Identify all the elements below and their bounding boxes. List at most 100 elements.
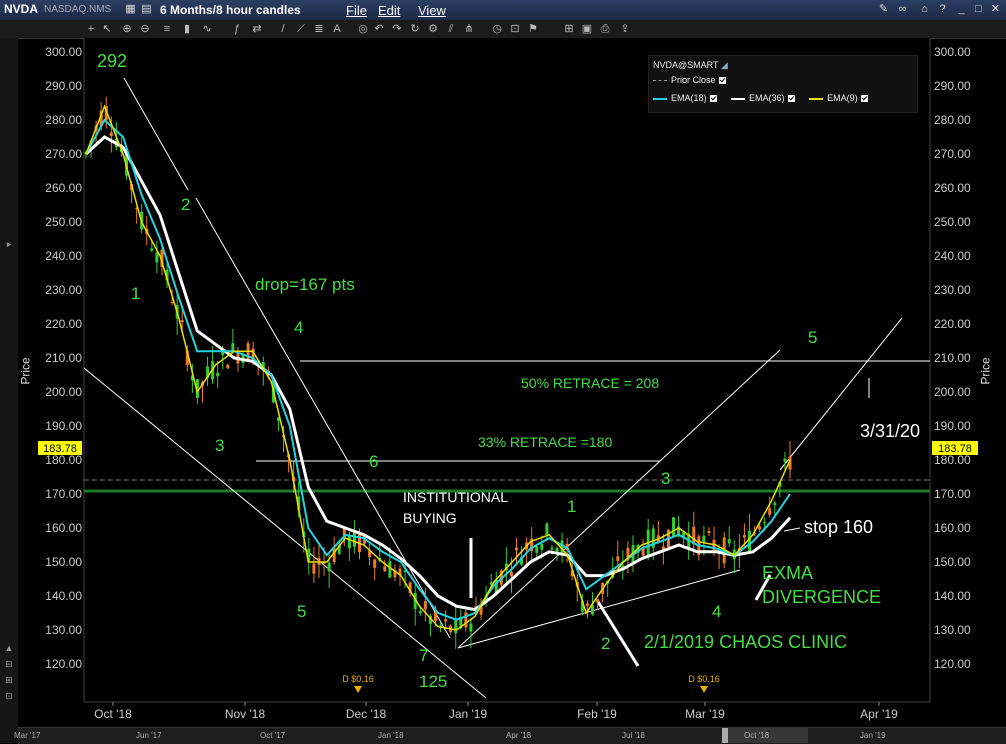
ruler-icon[interactable]: ⊡ xyxy=(508,22,522,36)
candle-body xyxy=(444,619,448,622)
link-icon[interactable]: ∞ xyxy=(896,3,909,16)
layout-icon[interactable]: ⊞ xyxy=(562,22,576,36)
candle-body xyxy=(540,544,544,550)
wrench-icon[interactable]: ✎ xyxy=(877,3,890,16)
fib-icon[interactable]: ≣ xyxy=(312,22,326,36)
symbol-label[interactable]: NVDA xyxy=(4,2,38,16)
candle-body xyxy=(596,599,600,603)
export-icon[interactable]: ⇪ xyxy=(618,22,632,36)
crosshair-icon[interactable]: + xyxy=(84,22,98,36)
chart-toolbar: + ↖ ⊕ ⊖ ≡ ▮ ∿ ƒ ⇄ / ⟋ ≣ A ◎ ↶ ↷ ↻ ⚙ ⫽ ⋔ … xyxy=(0,20,1006,39)
y-tick-label: 290.00 xyxy=(934,79,971,93)
pitchfork-icon[interactable]: ⋔ xyxy=(462,22,476,36)
print-icon[interactable]: ⎙ xyxy=(598,22,612,36)
annotation-recovery-3: 3 xyxy=(661,469,671,488)
settings-icon[interactable]: ⚙ xyxy=(426,22,440,36)
y-tick-label: 190.00 xyxy=(45,419,82,433)
overview-window[interactable] xyxy=(728,728,808,743)
help-icon[interactable]: ? xyxy=(936,3,949,16)
ema9-swatch xyxy=(809,97,824,100)
line-chart-icon[interactable]: ∿ xyxy=(200,22,214,36)
compare-icon[interactable]: ⇄ xyxy=(250,22,264,36)
period-selector[interactable]: 6 Months/8 hour candles xyxy=(160,3,301,17)
zoom-out-icon[interactable]: ⊖ xyxy=(138,22,152,36)
legend-ema9-text: EMA(9) xyxy=(827,93,858,103)
x-tick-label: Apr '19 xyxy=(860,707,898,721)
indicator-icon[interactable]: ƒ xyxy=(230,22,244,36)
menu-file[interactable]: File xyxy=(346,3,367,18)
y-tick-label: 290.00 xyxy=(45,79,82,93)
menu-edit[interactable]: Edit xyxy=(378,3,400,18)
overview-tick-1: Jun '17 xyxy=(136,731,162,740)
clock-icon[interactable]: ◷ xyxy=(490,22,504,36)
y-tick-label: 180.00 xyxy=(45,453,82,467)
annotation-seven: 7 xyxy=(419,646,429,665)
overview-tick-2: Oct '17 xyxy=(260,731,286,740)
ema36-checkbox[interactable] xyxy=(787,95,795,103)
close-icon[interactable]: ✕ xyxy=(989,3,1002,16)
candle-body xyxy=(742,535,746,538)
trend-icon[interactable]: ⟋ xyxy=(294,22,308,36)
channel-icon[interactable]: ⫽ xyxy=(444,22,458,36)
draw-line-icon[interactable]: / xyxy=(276,22,290,36)
grid-icon[interactable]: ▤ xyxy=(140,3,153,16)
candle-body xyxy=(170,302,174,304)
y-tick-label: 300.00 xyxy=(45,45,82,59)
y-tick-label: 160.00 xyxy=(45,521,82,535)
x-tick-label: Dec '18 xyxy=(346,707,387,721)
ema9-checkbox[interactable] xyxy=(860,95,868,103)
exchange-label[interactable]: NASDAQ.NMS xyxy=(44,4,111,15)
candle-body xyxy=(464,612,468,628)
chart-type-icon[interactable]: ▦ xyxy=(124,3,137,16)
chart-legend[interactable]: NVDA@SMART ◢ Prior Close EMA(18) EMA(36)… xyxy=(648,55,918,113)
x-tick-label: Oct '18 xyxy=(94,707,132,721)
target-icon[interactable]: ◎ xyxy=(356,22,370,36)
lock-icon[interactable]: ⌂ xyxy=(918,3,931,16)
candle-body xyxy=(616,556,620,561)
y-tick-label: 260.00 xyxy=(45,181,82,195)
annotation-wave-2: 2 xyxy=(181,195,191,214)
alert-icon[interactable]: ⚑ xyxy=(526,22,540,36)
cursor-icon[interactable]: ↖ xyxy=(100,22,114,36)
y-tick-label: 270.00 xyxy=(934,147,971,161)
candle-body xyxy=(747,530,751,552)
redo-icon[interactable]: ↷ xyxy=(390,22,404,36)
window-title-bar: NVDA NASDAQ.NMS ▦ ▤ 6 Months/8 hour cand… xyxy=(0,0,1006,21)
refresh-icon[interactable]: ↻ xyxy=(408,22,422,36)
overview-scrollbar[interactable]: Mar '17 Jun '17 Oct '17 Jan '18 Apr '18 … xyxy=(14,727,1006,744)
annotation-drop: drop=167 pts xyxy=(255,275,355,294)
candle-body xyxy=(109,132,113,137)
candles-icon[interactable]: ▮ xyxy=(180,22,194,36)
annotation-chaos-clinic: 2/1/2019 CHAOS CLINIC xyxy=(644,632,848,652)
save-icon[interactable]: ▣ xyxy=(580,22,594,36)
y-tick-label: 140.00 xyxy=(934,589,971,603)
x-tick-label: Nov '18 xyxy=(225,707,266,721)
annotation-peak: 292 xyxy=(97,51,128,71)
candle-body xyxy=(672,517,676,537)
text-tool-icon[interactable]: A xyxy=(330,22,344,36)
zoom-in-icon[interactable]: ⊕ xyxy=(120,22,134,36)
candle-body xyxy=(312,563,316,574)
price-chart[interactable]: 300.00 300.00 290.00 290.00 280.00 280.00 270.… xyxy=(0,38,1006,727)
overview-tick-3: Jan '18 xyxy=(378,731,404,740)
settings-small-icon[interactable]: ◢ xyxy=(721,60,728,70)
annotation-divergence: DIVERGENCE xyxy=(762,587,882,607)
legend-ema18-text: EMA(18) xyxy=(671,93,707,103)
dividend-label-1[interactable]: D $0.16 xyxy=(342,674,374,684)
y-tick-label: 280.00 xyxy=(45,113,82,127)
bars-icon[interactable]: ≡ xyxy=(160,22,174,36)
candle-body xyxy=(469,623,473,632)
candle-body xyxy=(727,539,731,544)
candle-body xyxy=(550,547,554,550)
candle-body xyxy=(707,530,711,534)
ema18-checkbox[interactable] xyxy=(709,95,717,103)
minimize-icon[interactable]: _ xyxy=(955,3,968,16)
legend-title-text: NVDA@SMART xyxy=(653,60,719,70)
y-tick-label: 210.00 xyxy=(45,351,82,365)
maximize-icon[interactable]: □ xyxy=(972,3,985,16)
undo-icon[interactable]: ↶ xyxy=(372,22,386,36)
candle-body xyxy=(423,601,427,610)
dividend-label-2[interactable]: D $0.16 xyxy=(688,674,720,684)
prior-close-checkbox[interactable] xyxy=(718,77,726,85)
menu-view[interactable]: View xyxy=(418,3,446,18)
